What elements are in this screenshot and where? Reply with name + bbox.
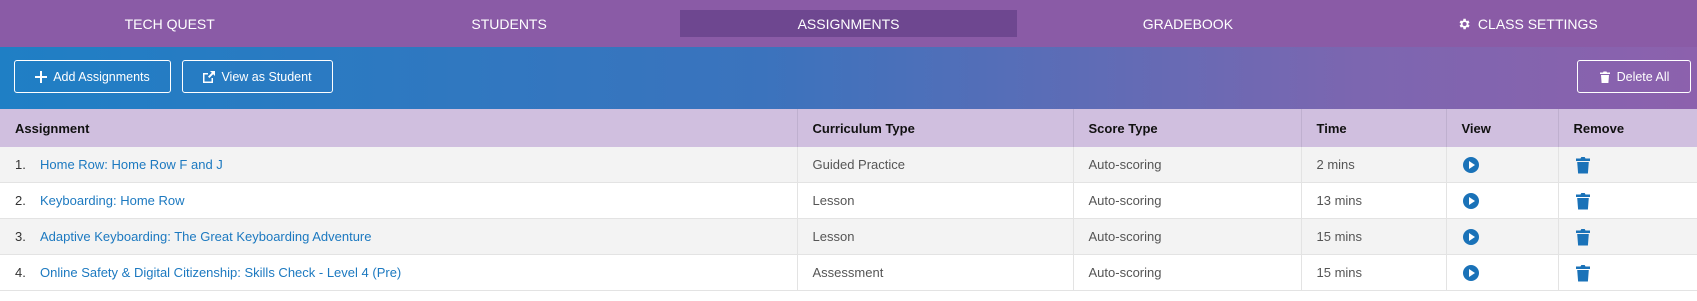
remove-cell <box>1558 218 1697 255</box>
time-cell: 15 mins <box>1301 218 1447 255</box>
curriculum-type-cell: Guided Practice <box>797 147 1074 183</box>
curriculum-type-cell: Lesson <box>797 182 1074 219</box>
view-as-student-label: View as Student <box>221 69 312 84</box>
time-cell: 13 mins <box>1301 182 1447 219</box>
header-time[interactable]: Time <box>1301 109 1447 147</box>
assignment-link[interactable]: Adaptive Keyboarding: The Great Keyboard… <box>40 229 371 244</box>
trash-icon[interactable] <box>1574 192 1592 210</box>
table-row: 4. Online Safety & Digital Citizenship: S… <box>0 254 1697 291</box>
header-curriculum-type[interactable]: Curriculum Type <box>797 109 1074 147</box>
time-cell: 15 mins <box>1301 254 1447 291</box>
time-cell: 2 mins <box>1301 147 1447 183</box>
assignment-cell: 3. Adaptive Keyboarding: The Great Keyboa… <box>0 218 798 255</box>
gear-icon <box>1459 18 1470 29</box>
trash-icon[interactable] <box>1574 228 1592 246</box>
score-type-cell: Auto-scoring <box>1073 182 1302 219</box>
view-cell <box>1446 218 1559 255</box>
table-row: 1. Home Row: Home Row F and J Guided Prac… <box>0 147 1697 183</box>
header-assignment[interactable]: Assignment <box>0 109 798 147</box>
table-header-row: Assignment Curriculum Type Score Type Ti… <box>0 109 1697 147</box>
view-as-student-button[interactable]: View as Student <box>182 60 333 93</box>
nav-assignments[interactable]: ASSIGNMENTS <box>679 10 1018 37</box>
nav-gradebook[interactable]: GRADEBOOK <box>1019 10 1356 37</box>
row-number: 2. <box>15 193 26 208</box>
assignment-link[interactable]: Keyboarding: Home Row <box>40 193 185 208</box>
row-number: 1. <box>15 157 26 172</box>
add-assignments-button[interactable]: Add Assignments <box>14 60 171 93</box>
view-cell <box>1446 254 1559 291</box>
play-icon[interactable] <box>1462 264 1480 282</box>
remove-cell <box>1558 147 1697 183</box>
delete-all-label: Delete All <box>1616 69 1670 84</box>
plus-icon <box>35 70 48 83</box>
remove-cell <box>1558 182 1697 219</box>
remove-cell <box>1558 254 1697 291</box>
score-type-cell: Auto-scoring <box>1073 218 1302 255</box>
assignment-link[interactable]: Home Row: Home Row F and J <box>40 157 223 172</box>
curriculum-type-cell: Assessment <box>797 254 1074 291</box>
header-view: View <box>1446 109 1559 147</box>
score-type-cell: Auto-scoring <box>1073 147 1302 183</box>
view-cell <box>1446 147 1559 183</box>
delete-all-button[interactable]: Delete All <box>1577 60 1691 93</box>
trash-icon <box>1599 71 1610 83</box>
curriculum-type-cell: Lesson <box>797 218 1074 255</box>
assignment-cell: 1. Home Row: Home Row F and J <box>0 147 798 183</box>
header-score-type[interactable]: Score Type <box>1073 109 1302 147</box>
view-cell <box>1446 182 1559 219</box>
play-icon[interactable] <box>1462 228 1480 246</box>
play-icon[interactable] <box>1462 156 1480 174</box>
nav-tech-quest[interactable]: TECH QUEST <box>1 10 338 37</box>
trash-icon[interactable] <box>1574 156 1592 174</box>
assignments-table: Assignment Curriculum Type Score Type Ti… <box>0 109 1697 291</box>
assignment-cell: 4. Online Safety & Digital Citizenship: S… <box>0 254 798 291</box>
header-remove: Remove <box>1558 109 1697 147</box>
nav-class-settings-label: CLASS SETTINGS <box>1477 15 1598 32</box>
score-type-cell: Auto-scoring <box>1073 254 1302 291</box>
top-nav: TECH QUEST STUDENTS ASSIGNMENTS GRADEBOO… <box>0 0 1697 47</box>
row-number: 4. <box>15 265 26 280</box>
nav-class-settings[interactable]: CLASS SETTINGS <box>1359 10 1696 37</box>
trash-icon[interactable] <box>1574 264 1592 282</box>
toolbar: Add Assignments View as Student Delete A… <box>0 47 1697 109</box>
add-assignments-label: Add Assignments <box>53 69 150 84</box>
row-number: 3. <box>15 229 26 244</box>
table-row: 3. Adaptive Keyboarding: The Great Keyboa… <box>0 218 1697 255</box>
play-icon[interactable] <box>1462 192 1480 210</box>
nav-students[interactable]: STUDENTS <box>340 10 677 37</box>
external-link-icon <box>203 70 216 83</box>
assignment-link[interactable]: Online Safety & Digital Citizenship: Ski… <box>40 265 401 280</box>
assignment-cell: 2. Keyboarding: Home Row <box>0 182 798 219</box>
table-row: 2. Keyboarding: Home Row Lesson Auto-scor… <box>0 182 1697 219</box>
